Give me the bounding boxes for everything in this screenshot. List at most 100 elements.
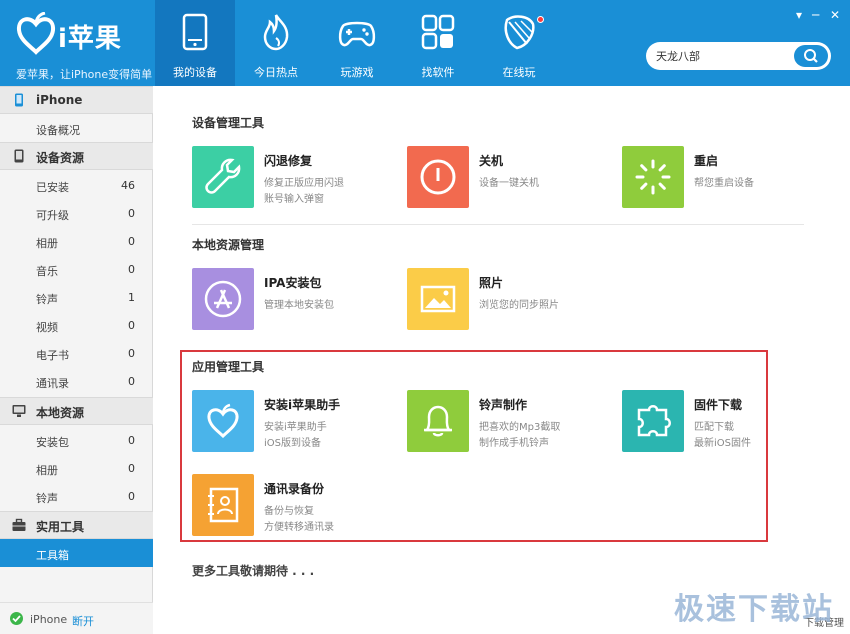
contacts-book-icon (192, 474, 254, 536)
disconnect-link[interactable]: 断开 (72, 613, 94, 629)
top-header: i苹果 爱苹果，让iPhone变得简单 我的设备 今日热点 玩游戏 找软件 在线… (0, 0, 850, 86)
tool-desc: iOS版到设备 (264, 438, 321, 449)
tool-desc: 备份与恢复 (264, 506, 314, 517)
sidebar-item-count: 0 (128, 462, 135, 475)
tab-play-games[interactable]: 玩游戏 (317, 0, 397, 86)
sidebar-header-label: 实用工具 (36, 520, 85, 534)
sidebar-item-toolbox[interactable]: 工具箱 (0, 539, 153, 567)
tool-firmware-download[interactable]: 固件下载 匹配下载 最新iOS固件 (622, 390, 822, 454)
search-box (646, 42, 831, 70)
tool-name: 照片 (479, 276, 504, 290)
sidebar-item-label: 设备概况 (36, 124, 80, 137)
wrench-icon (192, 146, 254, 208)
tab-label: 今日热点 (254, 66, 298, 79)
tool-ipa-packages[interactable]: IPA安装包 管理本地安装包 (192, 268, 392, 332)
section-title-local-resources: 本地资源管理 (192, 238, 265, 252)
more-tools-text: 更多工具敬请期待 . . . (192, 564, 315, 578)
tool-desc: 管理本地安装包 (264, 300, 334, 311)
tool-restart[interactable]: 重启 帮您重启设备 (622, 146, 822, 210)
tool-name: 安装i苹果助手 (264, 398, 341, 412)
tool-name: IPA安装包 (264, 276, 322, 290)
tool-desc: 帮您重启设备 (694, 178, 754, 189)
tab-label: 我的设备 (173, 66, 217, 79)
sidebar-header-utilities[interactable]: 实用工具 (0, 511, 153, 539)
tool-name: 通讯录备份 (264, 482, 325, 496)
search-button[interactable] (794, 45, 828, 67)
sidebar-item-ringtones[interactable]: 铃声 1 (0, 283, 153, 311)
sidebar-item-count: 0 (128, 207, 135, 220)
sidebar-header-local-resources[interactable]: 本地资源 (0, 397, 153, 425)
tool-shutdown[interactable]: 关机 设备一键关机 (407, 146, 607, 210)
sidebar-item-videos[interactable]: 视频 0 (0, 311, 153, 339)
sidebar-item-photos[interactable]: 相册 0 (0, 227, 153, 255)
section-divider (192, 224, 804, 225)
sidebar-item-label: 相册 (36, 464, 58, 477)
tool-desc: 设备一键关机 (479, 178, 539, 189)
main-nav: 我的设备 今日热点 玩游戏 找软件 在线玩 (155, 0, 560, 86)
section-title-app-tools: 应用管理工具 (192, 360, 265, 374)
photo-icon (407, 268, 469, 330)
section-title-device-tools: 设备管理工具 (192, 116, 265, 130)
apple-heart-logo-icon (16, 12, 56, 55)
gamepad-icon (338, 21, 376, 47)
watermark: 极速下载站 (674, 592, 834, 627)
flame-icon (263, 14, 289, 51)
search-input[interactable] (656, 46, 786, 66)
tab-find-software[interactable]: 找软件 (398, 0, 478, 86)
tab-play-online[interactable]: 在线玩 (479, 0, 559, 86)
tab-label: 找软件 (421, 66, 455, 79)
toolbox-icon (12, 518, 26, 531)
power-icon (407, 146, 469, 208)
main-content: 设备管理工具 闪退修复 修复正版应用闪退 账号输入弹窗 关机 设备一键关机 重启… (154, 86, 850, 634)
tool-name: 闪退修复 (264, 154, 313, 168)
sidebar-item-ebooks[interactable]: 电子书 0 (0, 339, 153, 367)
app-slogan: 爱苹果，让iPhone变得简单 (16, 68, 153, 81)
tool-desc: 浏览您的同步照片 (479, 300, 559, 311)
sidebar-item-label: 通讯录 (36, 377, 69, 390)
sidebar-item-label: 可升级 (36, 209, 69, 222)
sidebar-item-label: 工具箱 (36, 549, 69, 562)
sidebar-item-count: 46 (121, 179, 135, 192)
sidebar-item-contacts[interactable]: 通讯录 0 (0, 367, 153, 395)
tool-contacts-backup[interactable]: 通讯录备份 备份与恢复 方便转移通讯录 (192, 474, 392, 538)
apps-grid-icon (421, 14, 455, 50)
sidebar-item-label: 已安装 (36, 181, 69, 194)
tool-name: 关机 (479, 154, 504, 168)
sidebar-header-iphone[interactable]: iPhone (0, 86, 153, 114)
app-store-icon (192, 268, 254, 330)
tool-ringtone-maker[interactable]: 铃声制作 把喜欢的Mp3截取 制作成手机铃声 (407, 390, 607, 454)
tool-desc: 账号输入弹窗 (264, 194, 324, 205)
tab-today-hot[interactable]: 今日热点 (236, 0, 316, 86)
sidebar-item-label: 铃声 (36, 293, 58, 306)
sidebar-item-local-packages[interactable]: 安装包 0 (0, 426, 153, 454)
sidebar-header-label: iPhone (36, 93, 83, 107)
tab-label: 在线玩 (502, 66, 536, 79)
app-name: i苹果 (58, 24, 122, 54)
sidebar-item-device-overview[interactable]: 设备概况 (0, 114, 153, 142)
status-device-name: iPhone (30, 613, 68, 626)
menu-dropdown-button[interactable]: ▾ (796, 8, 802, 22)
sidebar-item-count: 0 (128, 319, 135, 332)
feather-shield-icon (504, 15, 535, 50)
sidebar-item-count: 0 (128, 263, 135, 276)
tool-crash-repair[interactable]: 闪退修复 修复正版应用闪退 账号输入弹窗 (192, 146, 392, 210)
sidebar-item-installed[interactable]: 已安装 46 (0, 171, 153, 199)
tool-desc: 最新iOS固件 (694, 438, 751, 449)
sidebar-header-label: 设备资源 (36, 151, 85, 165)
tool-name: 铃声制作 (479, 398, 528, 412)
tool-photos[interactable]: 照片 浏览您的同步照片 (407, 268, 607, 332)
sidebar-item-local-ringtones[interactable]: 铃声 0 (0, 482, 153, 510)
sidebar-item-local-photos[interactable]: 相册 0 (0, 454, 153, 482)
sidebar-item-upgradable[interactable]: 可升级 0 (0, 199, 153, 227)
minimize-button[interactable]: ─ (812, 8, 819, 22)
sidebar-item-label: 安装包 (36, 436, 69, 449)
sidebar-item-label: 相册 (36, 237, 58, 250)
close-button[interactable]: ✕ (830, 8, 840, 22)
sidebar-item-music[interactable]: 音乐 0 (0, 255, 153, 283)
bell-icon (407, 390, 469, 452)
tool-install-assistant[interactable]: 安装i苹果助手 安装i苹果助手 iOS版到设备 (192, 390, 392, 454)
sidebar-header-device-resources[interactable]: 设备资源 (0, 142, 153, 170)
tab-my-device[interactable]: 我的设备 (155, 0, 235, 86)
search-icon (804, 49, 818, 63)
sidebar: iPhone 设备概况 设备资源 已安装 46 可升级 0 相册 0 音乐 0 … (0, 86, 153, 634)
